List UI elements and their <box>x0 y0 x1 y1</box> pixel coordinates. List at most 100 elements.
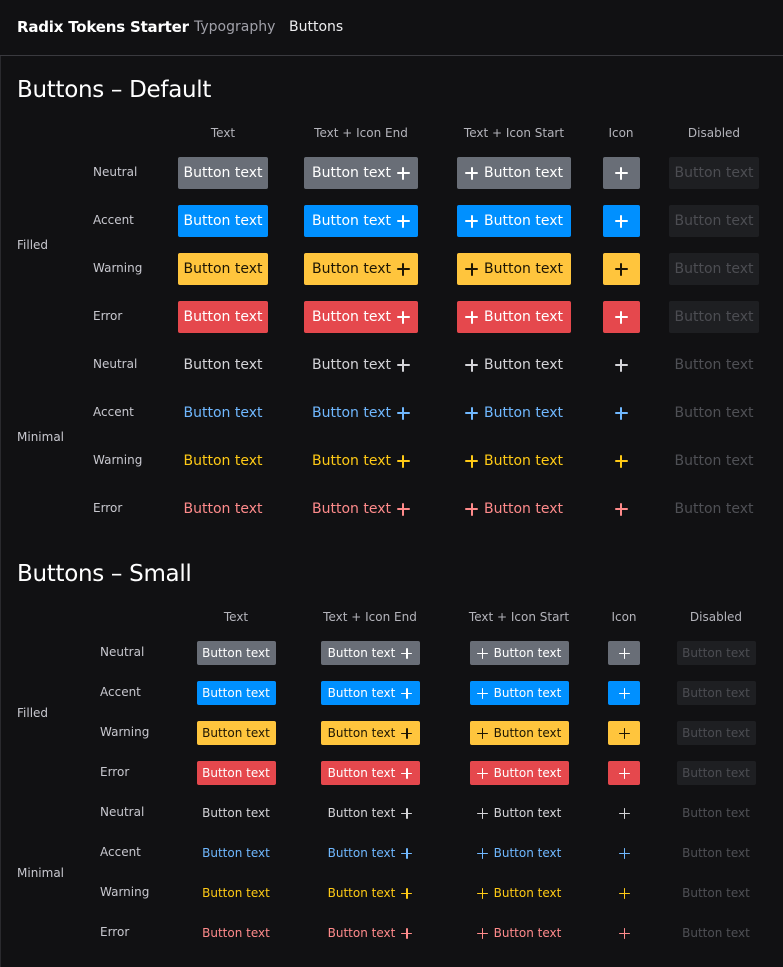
filled-error-text-button[interactable]: Button text <box>178 301 268 333</box>
button-label: Button text <box>484 165 563 181</box>
minimal-accent-disabled-button: Button text <box>677 841 756 865</box>
filled-accent-text-button[interactable]: Button text <box>196 681 276 705</box>
filled-error-icon-start-button[interactable]: Button text <box>457 301 571 333</box>
minimal-warning-icon-button[interactable] <box>603 445 640 477</box>
minimal-accent-icon-end-button[interactable]: Button text <box>321 841 420 865</box>
filled-accent-icon-start-button[interactable]: Button text <box>469 681 569 705</box>
row-label-warning: Warning <box>100 725 150 739</box>
minimal-accent-text-button[interactable]: Button text <box>178 397 268 429</box>
plus-icon <box>614 310 628 324</box>
filled-warning-icon-start-button[interactable]: Button text <box>457 253 571 285</box>
minimal-warning-icon-start-button[interactable]: Button text <box>457 445 571 477</box>
minimal-error-icon-end-button[interactable]: Button text <box>321 921 420 945</box>
minimal-error-icon-end-button[interactable]: Button text <box>304 493 418 525</box>
filled-accent-icon-button[interactable] <box>608 681 640 705</box>
filled-error-icon-button[interactable] <box>602 301 640 333</box>
column-header: Text + Icon End <box>314 126 408 140</box>
minimal-neutral-icon-button[interactable] <box>608 801 640 825</box>
minimal-warning-icon-button[interactable] <box>608 881 640 905</box>
minimal-error-text-button[interactable]: Button text <box>197 921 276 945</box>
filled-accent-icon-button[interactable] <box>602 205 640 237</box>
button-label: Button text <box>682 686 750 700</box>
filled-neutral-icon-button[interactable] <box>608 641 640 665</box>
filled-accent-icon-end-button[interactable]: Button text <box>304 205 418 237</box>
plus-icon <box>618 727 630 739</box>
button-label: Button text <box>312 213 391 229</box>
minimal-warning-text-button[interactable]: Button text <box>197 881 276 905</box>
plus-icon <box>396 502 410 516</box>
row-label-warning: Warning <box>100 885 150 899</box>
minimal-error-text-button[interactable]: Button text <box>178 493 268 525</box>
minimal-neutral-icon-start-button[interactable]: Button text <box>470 801 569 825</box>
filled-warning-icon-start-button[interactable]: Button text <box>469 721 569 745</box>
minimal-warning-icon-end-button[interactable]: Button text <box>304 445 418 477</box>
minimal-accent-text-button[interactable]: Button text <box>197 841 276 865</box>
filled-accent-icon-end-button[interactable]: Button text <box>320 681 420 705</box>
minimal-error-icon-button[interactable] <box>608 921 640 945</box>
filled-warning-icon-button[interactable] <box>608 721 640 745</box>
filled-error-icon-button[interactable] <box>608 761 640 785</box>
brand-title[interactable]: Radix Tokens Starter <box>17 18 189 36</box>
plus-icon <box>401 847 413 859</box>
minimal-error-icon-start-button[interactable]: Button text <box>470 921 569 945</box>
minimal-neutral-icon-start-button[interactable]: Button text <box>457 349 571 381</box>
filled-neutral-text-button[interactable]: Button text <box>196 641 276 665</box>
minimal-neutral-icon-end-button[interactable]: Button text <box>304 349 418 381</box>
button-label: Button text <box>493 686 562 700</box>
filled-warning-text-button[interactable]: Button text <box>178 253 268 285</box>
minimal-warning-icon-start-button[interactable]: Button text <box>470 881 569 905</box>
button-label: Button text <box>312 453 391 469</box>
filled-error-icon-end-button[interactable]: Button text <box>304 301 418 333</box>
filled-error-text-button[interactable]: Button text <box>196 761 276 785</box>
button-label: Button text <box>493 886 562 900</box>
filled-neutral-icon-end-button[interactable]: Button text <box>320 641 420 665</box>
filled-neutral-icon-start-button[interactable]: Button text <box>457 157 571 189</box>
nav-link-buttons[interactable]: Buttons <box>289 19 343 35</box>
minimal-accent-icon-start-button[interactable]: Button text <box>457 397 571 429</box>
filled-warning-text-button[interactable]: Button text <box>196 721 276 745</box>
button-label: Button text <box>183 405 263 421</box>
filled-error-icon-end-button[interactable]: Button text <box>320 761 420 785</box>
button-label: Button text <box>682 846 750 860</box>
minimal-error-icon-start-button[interactable]: Button text <box>457 493 571 525</box>
filled-error-icon-start-button[interactable]: Button text <box>469 761 569 785</box>
minimal-accent-icon-button[interactable] <box>603 397 640 429</box>
minimal-accent-icon-button[interactable] <box>608 841 640 865</box>
button-label: Button text <box>183 213 263 229</box>
filled-neutral-icon-button[interactable] <box>602 157 640 189</box>
minimal-error-icon-button[interactable] <box>603 493 640 525</box>
plus-icon <box>614 262 628 276</box>
minimal-warning-icon-end-button[interactable]: Button text <box>321 881 420 905</box>
filled-neutral-disabled-button: Button text <box>669 157 759 189</box>
minimal-accent-icon-start-button[interactable]: Button text <box>470 841 569 865</box>
page-border <box>0 56 1 967</box>
minimal-neutral-text-button[interactable]: Button text <box>178 349 268 381</box>
minimal-accent-icon-end-button[interactable]: Button text <box>304 397 418 429</box>
button-label: Button text <box>674 453 754 469</box>
button-label: Button text <box>493 726 562 740</box>
filled-neutral-icon-end-button[interactable]: Button text <box>304 157 418 189</box>
filled-accent-text-button[interactable]: Button text <box>178 205 268 237</box>
minimal-neutral-icon-end-button[interactable]: Button text <box>321 801 420 825</box>
filled-warning-icon-end-button[interactable]: Button text <box>304 253 418 285</box>
filled-accent-icon-start-button[interactable]: Button text <box>457 205 571 237</box>
plus-icon <box>396 406 410 420</box>
plus-icon <box>614 406 628 420</box>
minimal-warning-text-button[interactable]: Button text <box>178 445 268 477</box>
filled-warning-disabled-button: Button text <box>676 721 756 745</box>
minimal-neutral-text-button[interactable]: Button text <box>197 801 276 825</box>
filled-warning-icon-button[interactable] <box>602 253 640 285</box>
filled-neutral-disabled-button: Button text <box>676 641 756 665</box>
nav-link-typography[interactable]: Typography <box>194 19 275 35</box>
row-label-neutral: Neutral <box>100 805 145 819</box>
button-label: Button text <box>682 766 750 780</box>
plus-icon <box>618 807 630 819</box>
filled-neutral-icon-start-button[interactable]: Button text <box>469 641 569 665</box>
minimal-neutral-icon-button[interactable] <box>603 349 640 381</box>
row-label-warning: Warning <box>93 453 143 467</box>
row-label-accent: Accent <box>100 845 141 859</box>
filled-accent-disabled-button: Button text <box>676 681 756 705</box>
plus-icon <box>476 687 488 699</box>
filled-neutral-text-button[interactable]: Button text <box>178 157 268 189</box>
filled-warning-icon-end-button[interactable]: Button text <box>320 721 420 745</box>
